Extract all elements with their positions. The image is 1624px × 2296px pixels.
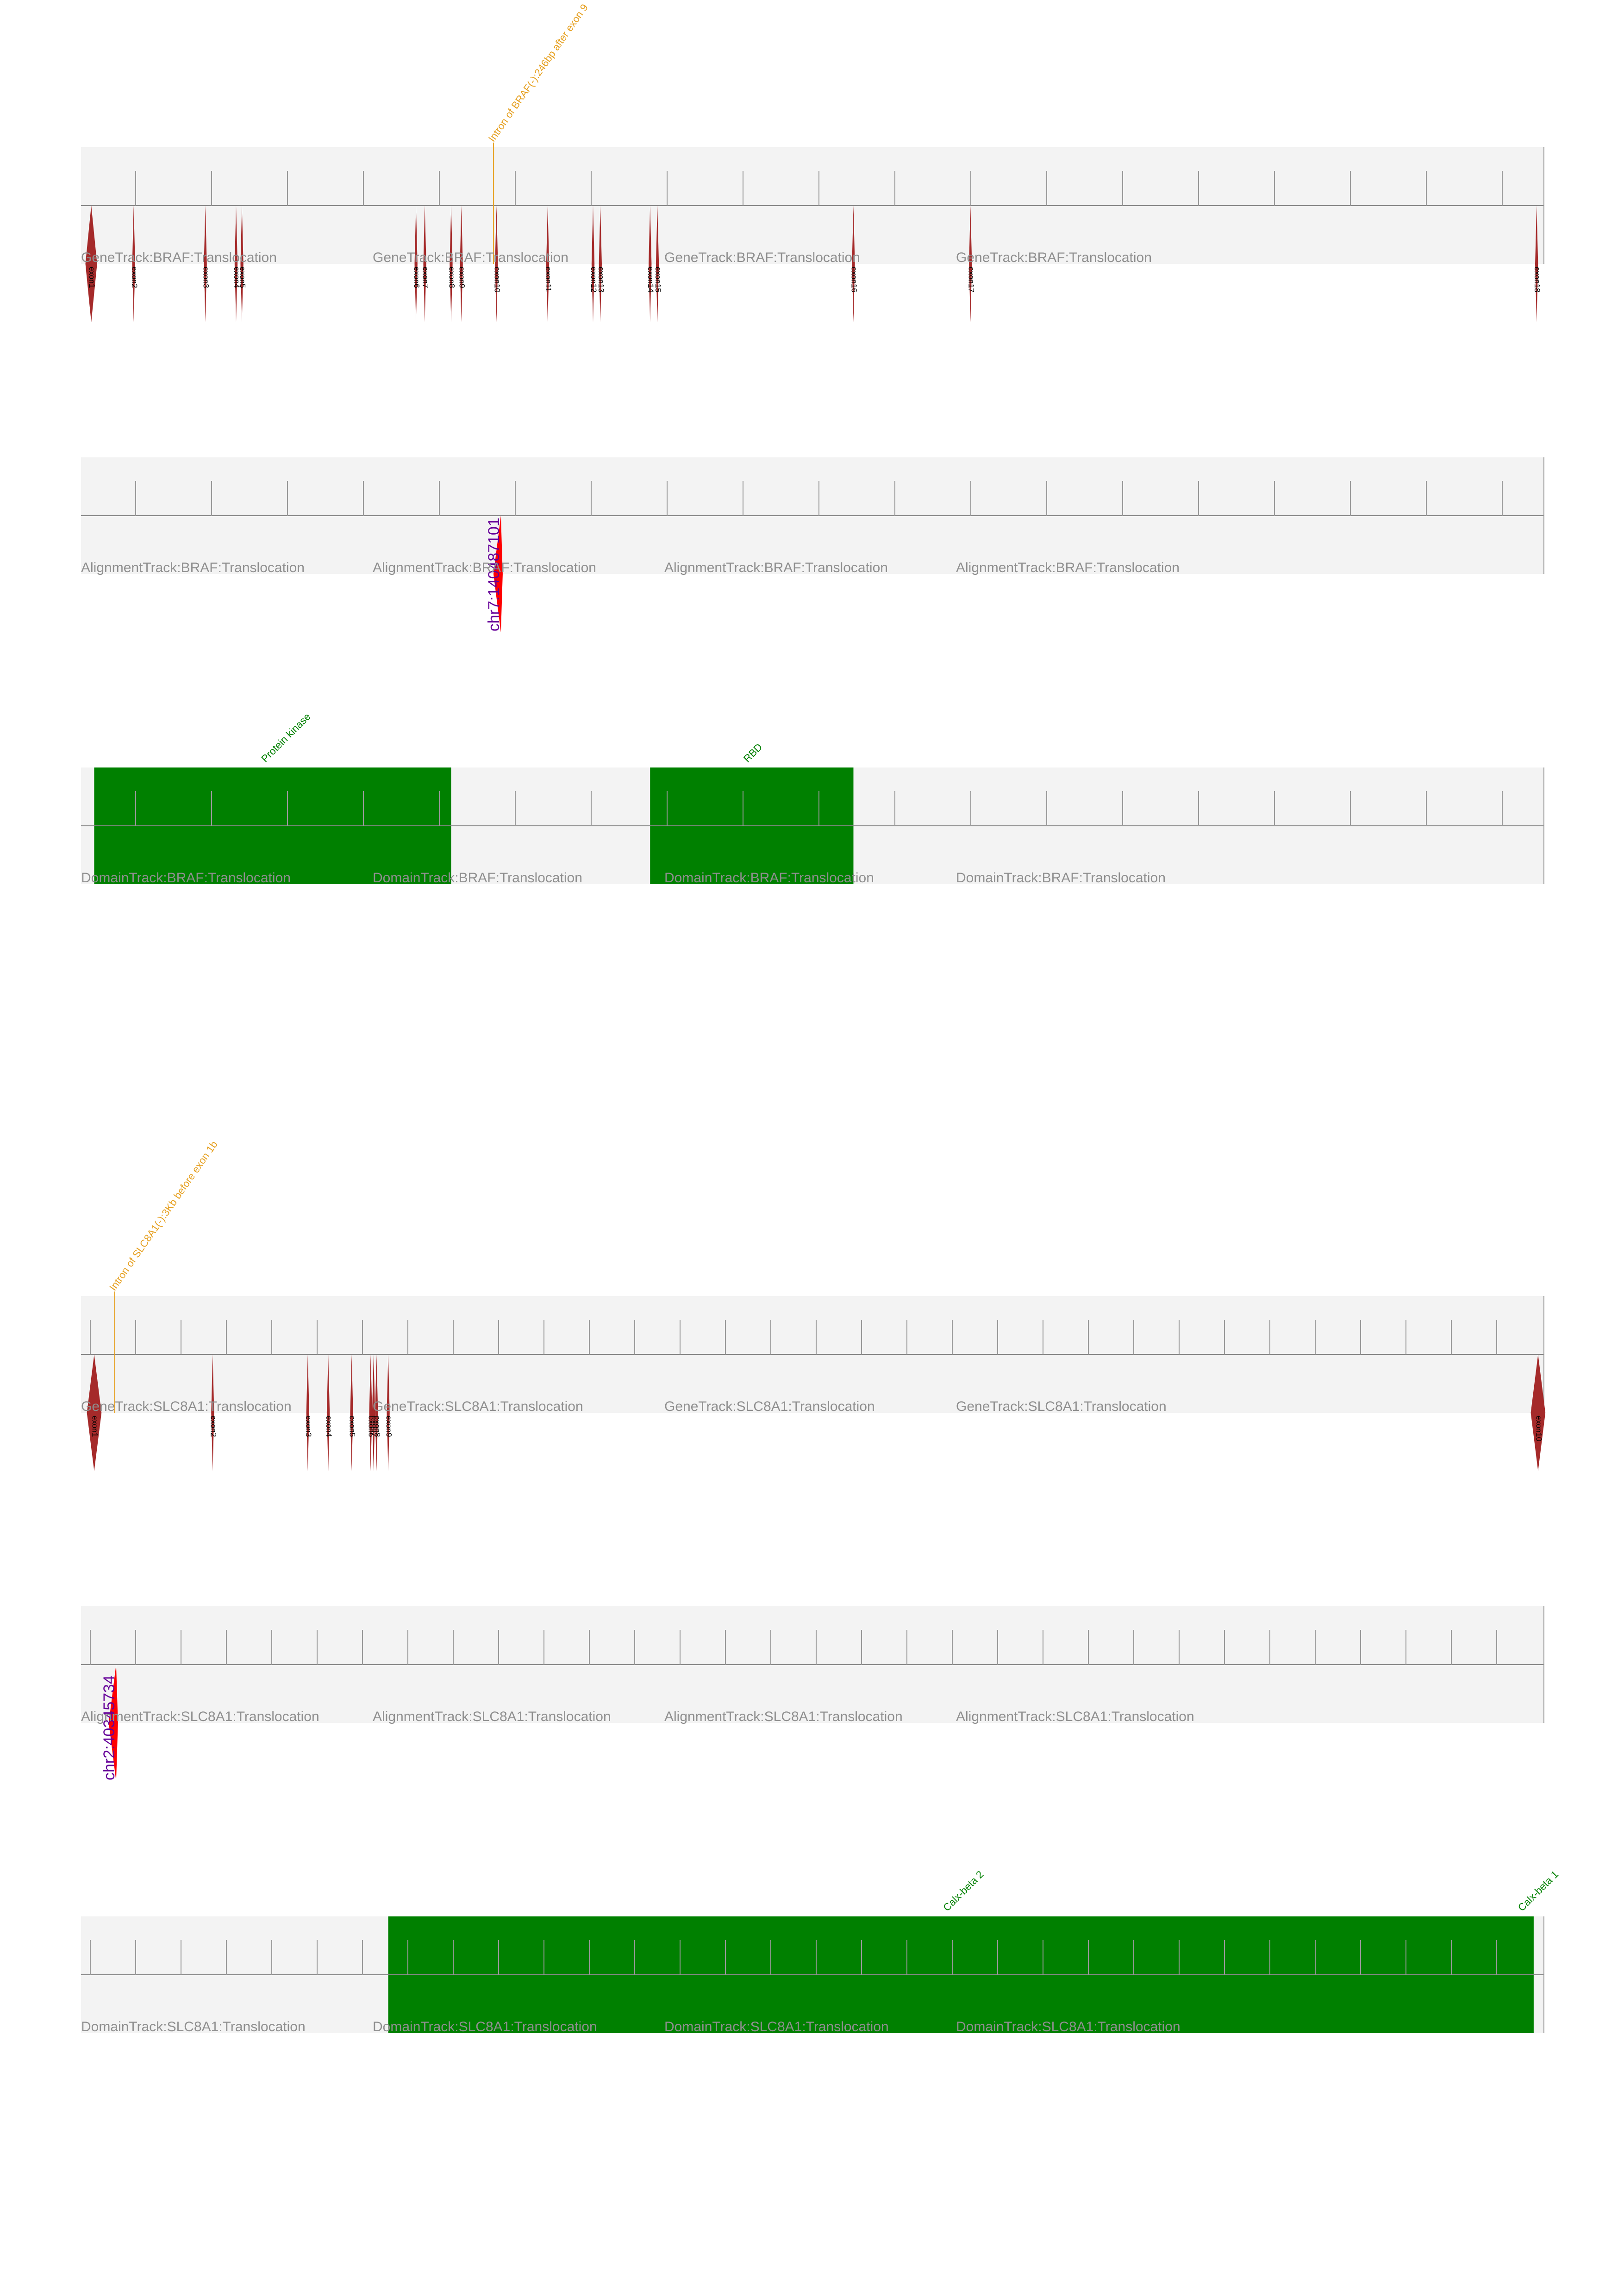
track-label: AlignmentTrack:BRAF:Translocation: [81, 560, 305, 575]
translocation-diagram: exon1 exon2 exon3 exon4 exon5 exon6 exon7 exon8…: [81, 2, 1561, 2034]
alignment-read-label: chr2:40345734: [100, 1675, 118, 1780]
exon-label: exon15: [654, 267, 662, 293]
track-label: AlignmentTrack:BRAF:Translocation: [664, 560, 888, 575]
exon-label: exon1: [90, 1416, 99, 1437]
domain-track: Calx-beta 2 Calx-beta 1 DomainTrack:SLC8A1…: [81, 1868, 1561, 2034]
exon-label: exon10: [493, 267, 501, 293]
exon-label: exon9: [385, 1416, 394, 1437]
exon-label: exon4: [325, 1416, 333, 1437]
exon-label: exon3: [304, 1416, 313, 1437]
track-label: GeneTrack:SLC8A1:Translocation: [81, 1399, 292, 1414]
exon-label: exon10: [1534, 1416, 1543, 1441]
exon-label: exon1: [87, 267, 96, 288]
track-label: DomainTrack:SLC8A1:Translocation: [81, 2019, 306, 2034]
exon-label: exon17: [967, 267, 975, 293]
track-label: DomainTrack:BRAF:Translocation: [956, 870, 1166, 886]
track-label: GeneTrack:BRAF:Translocation: [956, 250, 1152, 265]
track-label: AlignmentTrack:BRAF:Translocation: [956, 560, 1180, 575]
track-label: DomainTrack:BRAF:Translocation: [664, 870, 874, 886]
track-label: AlignmentTrack:SLC8A1:Translocation: [956, 1709, 1194, 1724]
exon-label: exon5: [238, 267, 247, 288]
track-label: GeneTrack:BRAF:Translocation: [373, 250, 568, 265]
track-label: DomainTrack:BRAF:Translocation: [373, 870, 582, 886]
track-label: DomainTrack:SLC8A1:Translocation: [373, 2019, 597, 2034]
track-label: GeneTrack:BRAF:Translocation: [81, 250, 277, 265]
track-label: AlignmentTrack:SLC8A1:Translocation: [373, 1709, 611, 1724]
alignment-track: chr7:140487101AlignmentTrack:BRAF:Transl…: [81, 457, 1544, 632]
alignment-track: chr2:40345734AlignmentTrack:SLC8A1:Trans…: [81, 1606, 1544, 1781]
breakpoint-label: Intron of BRAF(-):246bp after exon 9: [486, 2, 590, 144]
domain-label: Protein kinase: [259, 711, 312, 764]
exon-label: exon6: [412, 267, 421, 288]
track-label: DomainTrack:SLC8A1:Translocation: [956, 2019, 1181, 2034]
domain-label: RBD: [741, 741, 765, 765]
exon-label: exon9: [458, 267, 467, 288]
track-label: GeneTrack:SLC8A1:Translocation: [664, 1399, 875, 1414]
exon-label: exon8: [373, 1416, 381, 1437]
exon-label: exon2: [209, 1416, 218, 1437]
track-label: AlignmentTrack:SLC8A1:Translocation: [81, 1709, 319, 1724]
exon-label: exon2: [130, 267, 139, 288]
track-label: AlignmentTrack:BRAF:Translocation: [373, 560, 596, 575]
track-label: DomainTrack:SLC8A1:Translocation: [664, 2019, 889, 2034]
exon-label: exon7: [421, 267, 430, 288]
domain-label: Calx-beta 2: [941, 1868, 986, 1913]
domain-label: Calx-beta 1: [1516, 1868, 1561, 1913]
exon-label: exon3: [202, 267, 211, 288]
gene-track: exon1exon2exon3exon4exon5exon6exon7exon8…: [81, 1139, 1546, 1471]
exon-label: exon8: [447, 267, 456, 288]
breakpoint-label: Intron of SLC8A1(-):3Kb before exon 1b: [107, 1139, 220, 1293]
exon-label: exon16: [849, 267, 858, 293]
gene-track: exon1exon2exon3exon4exon5exon6exon7exon8…: [81, 2, 1544, 322]
exon-label: exon5: [348, 1416, 357, 1437]
track-label: GeneTrack:SLC8A1:Translocation: [956, 1399, 1167, 1414]
track-label: DomainTrack:BRAF:Translocation: [81, 870, 291, 886]
panel-slc8a1: exon1 exon2 exon3 exon4 exon5 exon6exon7exon8…: [81, 1139, 1561, 2034]
track-label: GeneTrack:BRAF:Translocation: [664, 250, 860, 265]
exon-label: exon13: [597, 267, 606, 293]
exon-label: exon11: [544, 267, 553, 292]
track-label: AlignmentTrack:SLC8A1:Translocation: [664, 1709, 903, 1724]
domain-track: Protein kinase RBD DomainTrack:BRAF:Transl…: [81, 711, 1544, 886]
track-label: GeneTrack:SLC8A1:Translocation: [373, 1399, 583, 1414]
panel-braf: exon1 exon2 exon3 exon4exon5 exon6 exon7 exon8…: [81, 2, 1544, 886]
exon-label: exon18: [1533, 267, 1542, 293]
